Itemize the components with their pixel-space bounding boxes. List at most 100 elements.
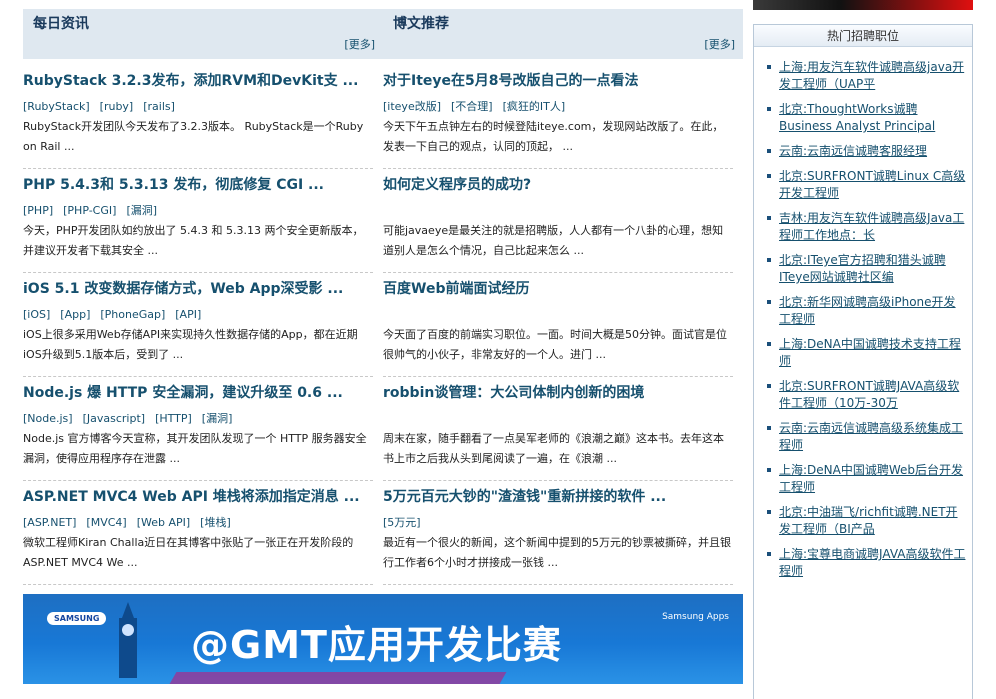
news-article: Node.js 爆 HTTP 安全漏洞，建议升级至 0.6 ... [Node.… bbox=[23, 377, 373, 481]
article-title-link[interactable]: 百度Web前端面试经历 bbox=[383, 273, 733, 305]
top-ad-strip[interactable] bbox=[753, 0, 973, 10]
tag-link[interactable]: [Javascript] bbox=[83, 412, 145, 425]
news-title: 每日资讯 bbox=[33, 16, 89, 32]
bullet-icon bbox=[767, 65, 771, 69]
article-title-link[interactable]: Node.js 爆 HTTP 安全漏洞，建议升级至 0.6 ... bbox=[23, 377, 373, 409]
news-more-link[interactable]: [更多] bbox=[344, 36, 375, 52]
tag-link[interactable]: [ruby] bbox=[100, 100, 134, 113]
tag-link[interactable]: [HTTP] bbox=[155, 412, 192, 425]
tag-link[interactable]: [ASP.NET] bbox=[23, 516, 76, 529]
job-link[interactable]: 上海:宝尊电商诚聘JAVA高级软件工程师 bbox=[779, 546, 966, 580]
article-summary: 最近有一个很火的新闻，这个新闻中提到的5万元的钞票被撕碎，并且银行工作者6个小时… bbox=[383, 536, 731, 569]
decorative-stripe bbox=[169, 672, 507, 684]
job-item: 上海:宝尊电商诚聘JAVA高级软件工程师 bbox=[754, 546, 972, 580]
blog-title: 博文推荐 bbox=[393, 16, 449, 32]
job-link[interactable]: 北京:中油瑞飞/richfit诚聘.NET开发工程师（BI产品 bbox=[779, 504, 966, 538]
article-summary: 今天下午五点钟左右的时候登陆iteye.com，发现网站改版了。在此，发表一下自… bbox=[383, 120, 724, 153]
job-item: 吉林:用友汽车软件诚聘高级Java工程师工作地点：长 bbox=[754, 210, 972, 244]
job-item: 上海:DeNA中国诚聘Web后台开发工程师 bbox=[754, 462, 972, 496]
job-list: 上海:用友汽车软件诚聘高级java开发工程师（UAP平 北京:ThoughtWo… bbox=[754, 47, 972, 580]
job-link[interactable]: 上海:DeNA中国诚聘Web后台开发工程师 bbox=[779, 462, 966, 496]
tag-link[interactable]: [5万元] bbox=[383, 516, 421, 529]
tag-link[interactable]: [漏洞] bbox=[126, 204, 157, 217]
article-title-link[interactable]: 对于Iteye在5月8号改版自己的一点看法 bbox=[383, 65, 733, 97]
article-tags: [PHP] [PHP-CGI] [漏洞] bbox=[23, 201, 373, 221]
tag-link[interactable]: [iteye改版] bbox=[383, 100, 441, 113]
article-tags bbox=[383, 409, 733, 429]
tag-link[interactable]: [漏洞] bbox=[202, 412, 233, 425]
article-summary: 今天面了百度的前端实习职位。一面。时间大概是50分钟。面试官是位很帅气的小伙子，… bbox=[383, 328, 727, 361]
article-tags: [5万元] bbox=[383, 513, 733, 533]
job-link[interactable]: 上海:DeNA中国诚聘技术支持工程师 bbox=[779, 336, 966, 370]
job-item: 北京:ITeye官方招聘和猎头诚聘ITeye网站诚聘社区编 bbox=[754, 252, 972, 286]
news-article: RubyStack 3.2.3发布，添加RVM和DevKit支 ... [Rub… bbox=[23, 65, 373, 169]
blog-article: robbin谈管理：大公司体制内创新的困境 周末在家，随手翻看了一点吴军老师的《… bbox=[383, 377, 733, 481]
job-link[interactable]: 北京:ITeye官方招聘和猎头诚聘ITeye网站诚聘社区编 bbox=[779, 252, 966, 286]
bullet-icon bbox=[767, 510, 771, 514]
bullet-icon bbox=[767, 300, 771, 304]
article-summary: 周末在家，随手翻看了一点吴军老师的《浪潮之巅》这本书。去年这本书上市之后我从头到… bbox=[383, 432, 724, 465]
job-item: 北京:新华网诚聘高级iPhone开发工程师 bbox=[754, 294, 972, 328]
tag-link[interactable]: [堆栈] bbox=[200, 516, 231, 529]
article-tags: [RubyStack] [ruby] [rails] bbox=[23, 97, 373, 117]
job-link[interactable]: 上海:用友汽车软件诚聘高级java开发工程师（UAP平 bbox=[779, 59, 966, 93]
article-summary: Node.js 官方博客今天宣称，其开发团队发现了一个 HTTP 服务器安全漏洞… bbox=[23, 432, 367, 465]
tag-link[interactable]: [Web API] bbox=[137, 516, 190, 529]
tag-link[interactable]: [App] bbox=[60, 308, 90, 321]
job-link[interactable]: 云南:云南远信诚聘客服经理 bbox=[779, 143, 966, 160]
blog-more-link[interactable]: [更多] bbox=[704, 36, 735, 52]
news-article: iOS 5.1 改变数据存储方式，Web App深受影 ... [iOS] [Ap… bbox=[23, 273, 373, 377]
tag-link[interactable]: [rails] bbox=[143, 100, 175, 113]
tag-link[interactable]: [iOS] bbox=[23, 308, 50, 321]
article-title-link[interactable]: 如何定义程序员的成功? bbox=[383, 169, 733, 201]
bullet-icon bbox=[767, 552, 771, 556]
article-tags: [iteye改版] [不合理] [疯狂的IT人] bbox=[383, 97, 733, 117]
news-article: ASP.NET MVC4 Web API 堆栈将添加指定消息 ... [ASP.… bbox=[23, 481, 373, 585]
bullet-icon bbox=[767, 342, 771, 346]
article-summary: RubyStack开发团队今天发布了3.2.3版本。 RubyStack是一个R… bbox=[23, 120, 364, 153]
bullet-icon bbox=[767, 258, 771, 262]
tag-link[interactable]: [API] bbox=[175, 308, 201, 321]
sidebar-title: 热门招聘职位 bbox=[754, 25, 972, 47]
job-item: 北京:SURFRONT诚聘JAVA高级软件工程师（10万-30万 bbox=[754, 378, 972, 412]
article-title-link[interactable]: RubyStack 3.2.3发布，添加RVM和DevKit支 ... bbox=[23, 65, 373, 97]
article-title-link[interactable]: ASP.NET MVC4 Web API 堆栈将添加指定消息 ... bbox=[23, 481, 373, 513]
article-title-link[interactable]: PHP 5.4.3和 5.3.13 发布，彻底修复 CGI ... bbox=[23, 169, 373, 201]
tag-link[interactable]: [Node.js] bbox=[23, 412, 73, 425]
tag-link[interactable]: [不合理] bbox=[451, 100, 493, 113]
bullet-icon bbox=[767, 216, 771, 220]
tag-link[interactable]: [PHP] bbox=[23, 204, 53, 217]
bullet-icon bbox=[767, 174, 771, 178]
tag-link[interactable]: [PHP-CGI] bbox=[63, 204, 116, 217]
job-item: 上海:用友汽车软件诚聘高级java开发工程师（UAP平 bbox=[754, 59, 972, 93]
article-title-link[interactable]: robbin谈管理：大公司体制内创新的困境 bbox=[383, 377, 733, 409]
job-link[interactable]: 北京:SURFRONT诚聘JAVA高级软件工程师（10万-30万 bbox=[779, 378, 966, 412]
bullet-icon bbox=[767, 107, 771, 111]
tag-link[interactable]: [MVC4] bbox=[86, 516, 126, 529]
job-link[interactable]: 吉林:用友汽车软件诚聘高级Java工程师工作地点：长 bbox=[779, 210, 966, 244]
job-item: 北京:ThoughtWorks诚聘Business Analyst Princi… bbox=[754, 101, 972, 135]
tag-link[interactable]: [疯狂的IT人] bbox=[503, 100, 566, 113]
job-item: 北京:SURFRONT诚聘Linux C高级开发工程师 bbox=[754, 168, 972, 202]
gmt-contest-banner[interactable]: SAMSUNG @GMT应用开发比赛 Samsung Apps bbox=[23, 594, 743, 684]
samsung-apps-label: Samsung Apps bbox=[662, 612, 729, 622]
article-tags: [Node.js] [Javascript] [HTTP] [漏洞] bbox=[23, 409, 373, 429]
article-title-link[interactable]: 5万元百元大钞的"渣渣钱"重新拼接的软件 ... bbox=[383, 481, 733, 513]
news-column: 每日资讯 [更多] RubyStack 3.2.3发布，添加RVM和DevKit… bbox=[23, 9, 383, 585]
job-link[interactable]: 北京:ThoughtWorks诚聘Business Analyst Princi… bbox=[779, 101, 966, 135]
article-title-link[interactable]: iOS 5.1 改变数据存储方式，Web App深受影 ... bbox=[23, 273, 373, 305]
clock-icon bbox=[122, 624, 134, 636]
job-item: 北京:中油瑞飞/richfit诚聘.NET开发工程师（BI产品 bbox=[754, 504, 972, 538]
article-summary: iOS上很多采用Web存储API来实现持久性数据存储的App，都在近期iOS升级… bbox=[23, 328, 358, 361]
tag-link[interactable]: [PhoneGap] bbox=[100, 308, 165, 321]
job-link[interactable]: 北京:新华网诚聘高级iPhone开发工程师 bbox=[779, 294, 966, 328]
job-item: 上海:DeNA中国诚聘技术支持工程师 bbox=[754, 336, 972, 370]
samsung-logo: SAMSUNG bbox=[47, 612, 107, 625]
blog-article: 百度Web前端面试经历 今天面了百度的前端实习职位。一面。时间大概是50分钟。面… bbox=[383, 273, 733, 377]
job-link[interactable]: 云南:云南远信诚聘高级系统集成工程师 bbox=[779, 420, 966, 454]
tag-link[interactable]: [RubyStack] bbox=[23, 100, 90, 113]
bullet-icon bbox=[767, 149, 771, 153]
article-tags: [ASP.NET] [MVC4] [Web API] [堆栈] bbox=[23, 513, 373, 533]
article-summary: 微软工程师Kiran Challa近日在其博客中张贴了一张正在开发阶段的ASP.… bbox=[23, 536, 354, 569]
job-link[interactable]: 北京:SURFRONT诚聘Linux C高级开发工程师 bbox=[779, 168, 966, 202]
